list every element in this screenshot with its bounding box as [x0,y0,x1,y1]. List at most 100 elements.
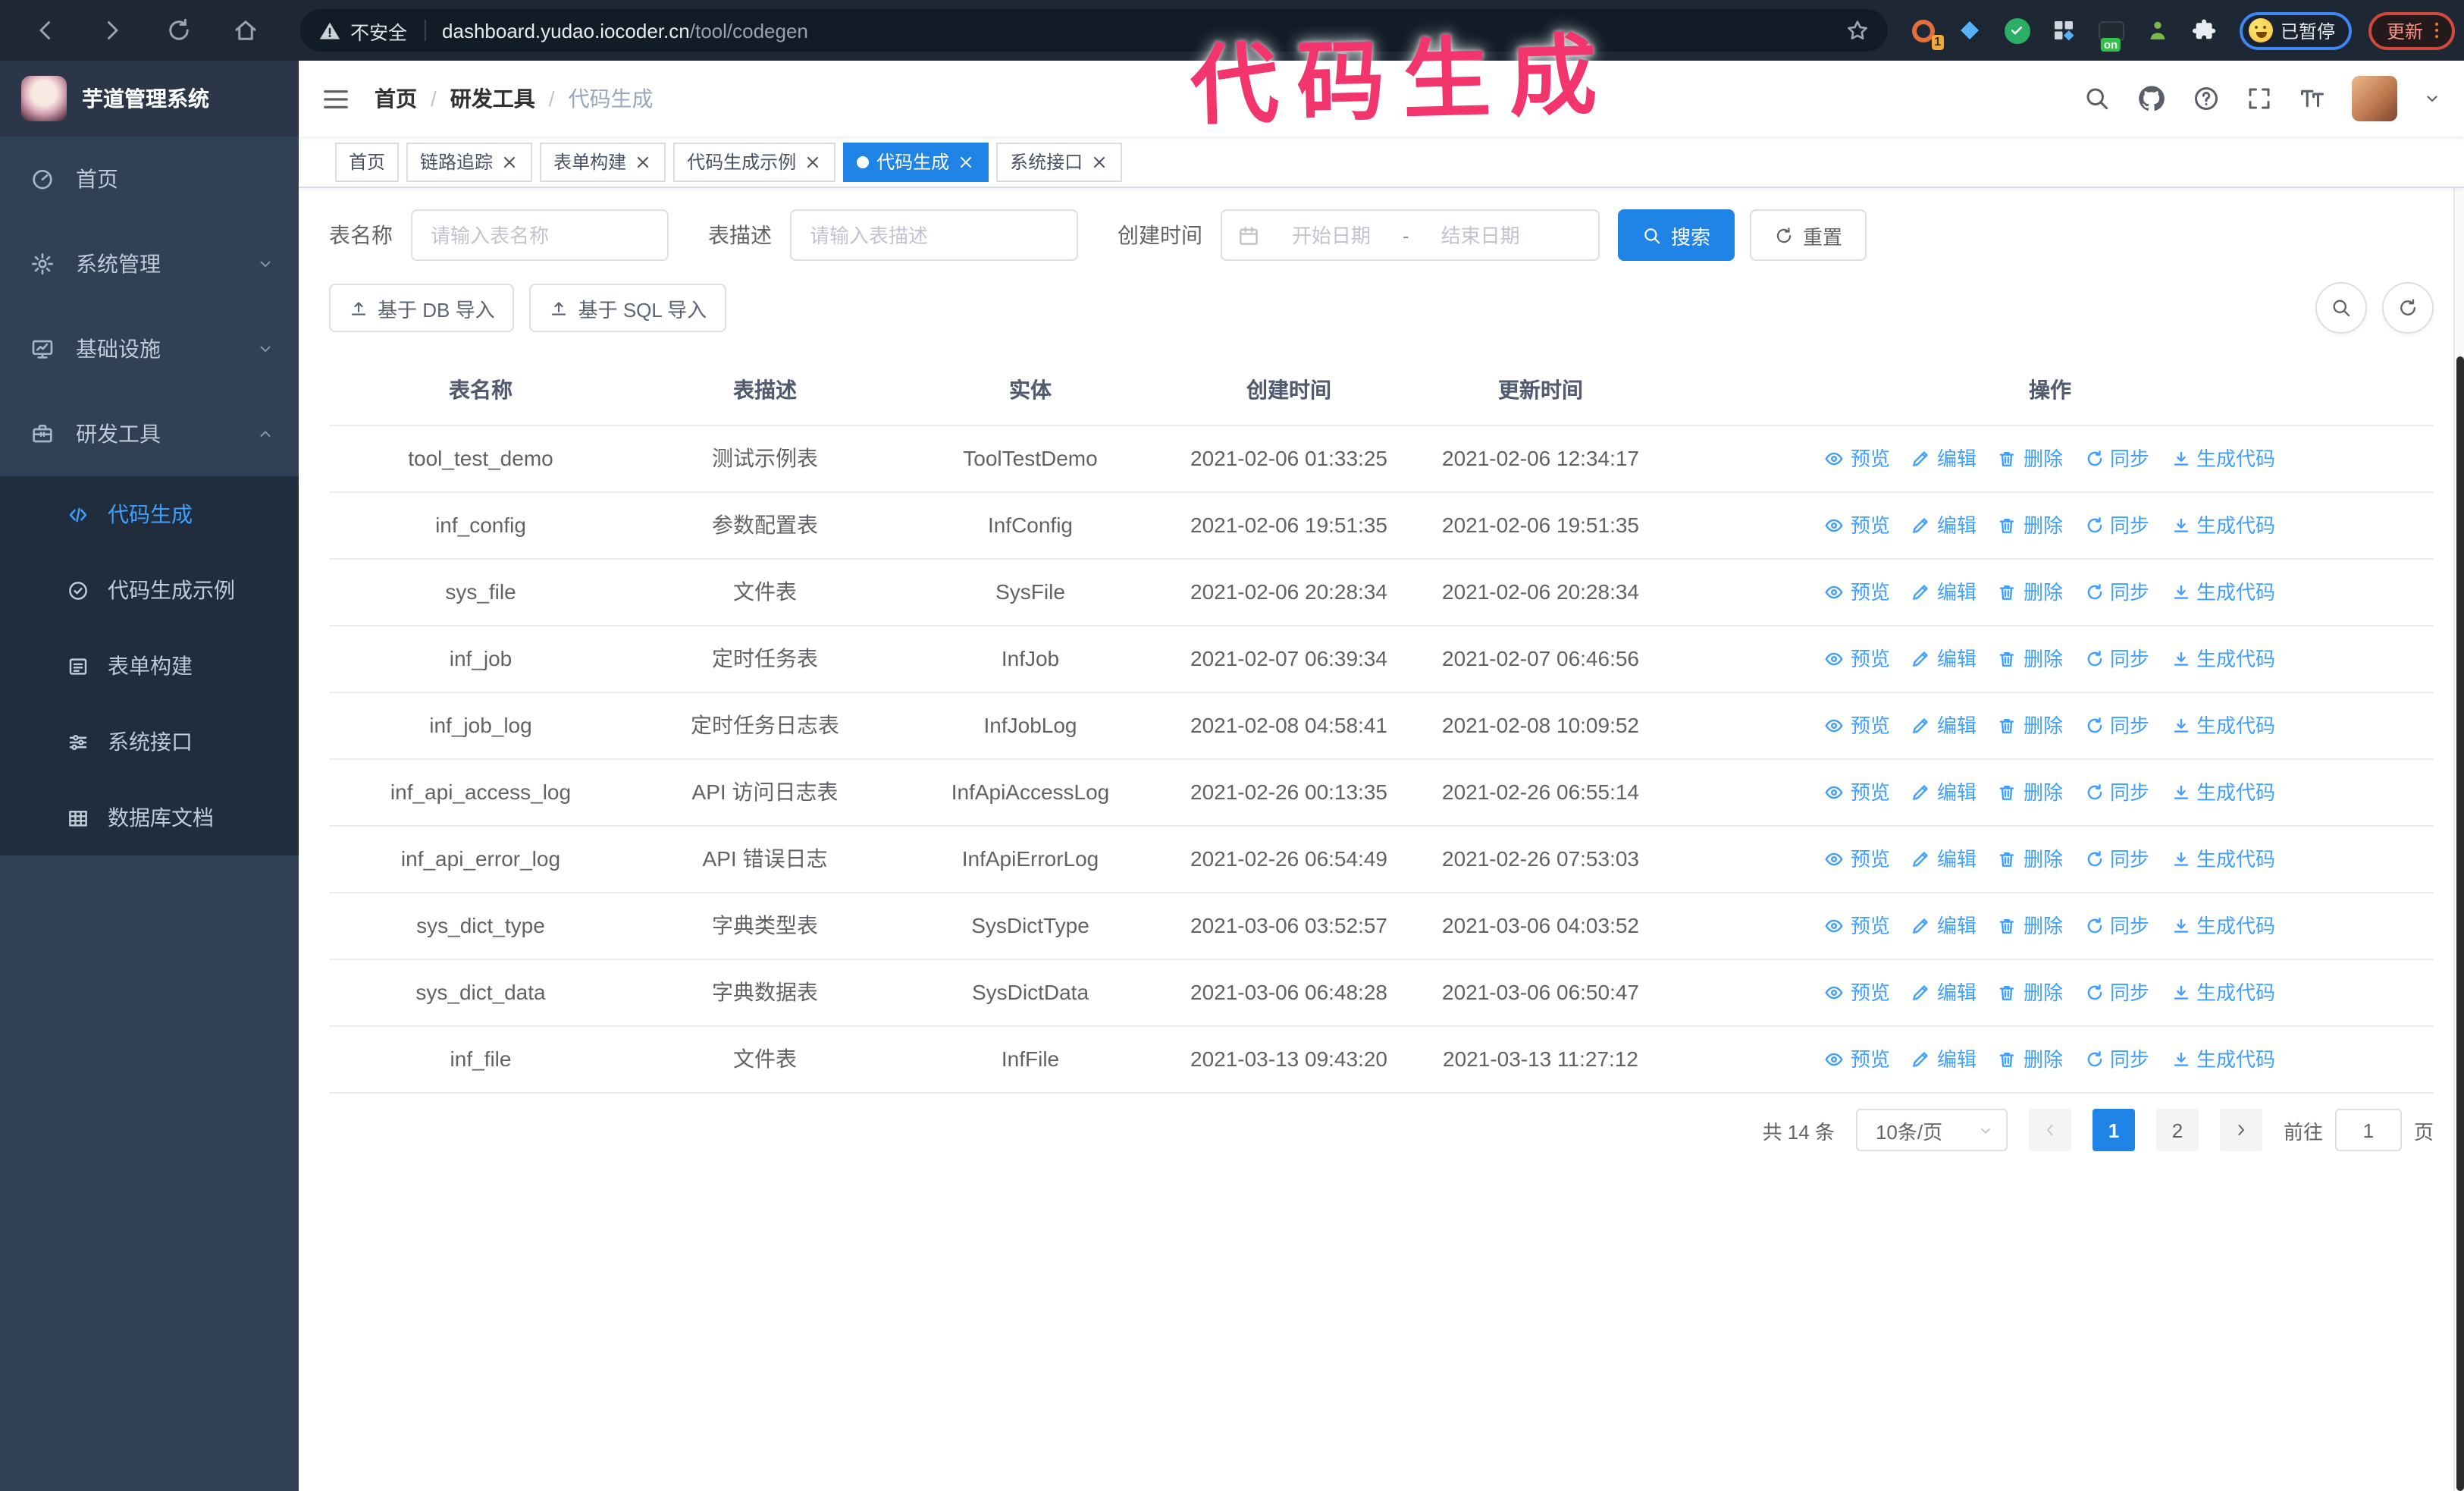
sidebar-item-system-api[interactable]: 系统接口 [0,704,299,780]
sync-link[interactable]: 同步 [2084,777,2149,808]
delete-link[interactable]: 删除 [1998,510,2063,541]
close-icon[interactable] [804,152,822,171]
sidebar-item-home[interactable]: 首页 [0,137,299,221]
preview-link[interactable]: 预览 [1825,1044,1890,1075]
search-button[interactable]: 搜索 [1618,209,1735,261]
preview-link[interactable]: 预览 [1825,777,1890,808]
extension-rss-icon[interactable]: 1 [1906,14,1944,50]
sidebar-item-system[interactable]: 系统管理 [0,221,299,306]
delete-link[interactable]: 删除 [1998,576,2063,608]
delete-link[interactable]: 删除 [1998,977,2063,1009]
browser-update-button[interactable]: 更新 [2368,11,2456,49]
preview-link[interactable]: 预览 [1825,977,1890,1009]
browser-back-icon[interactable] [32,17,59,44]
generate-code-link[interactable]: 生成代码 [2171,977,2275,1009]
edit-link[interactable]: 编辑 [1911,443,1977,475]
import-sql-button[interactable]: 基于 SQL 导入 [529,284,727,332]
tab-codegen[interactable]: 代码生成 [843,142,989,181]
page-button-2[interactable]: 2 [2155,1109,2199,1151]
sync-link[interactable]: 同步 [2084,710,2149,742]
delete-link[interactable]: 删除 [1998,1044,2063,1075]
preview-link[interactable]: 预览 [1825,576,1890,608]
sync-link[interactable]: 同步 [2084,1044,2149,1075]
tab-system-api[interactable]: 系统接口 [996,142,1123,181]
extensions-puzzle-icon[interactable] [2188,14,2221,47]
delete-link[interactable]: 删除 [1998,777,2063,808]
prev-page-button[interactable] [2028,1109,2071,1151]
sidebar-item-form-builder[interactable]: 表单构建 [0,628,299,704]
generate-code-link[interactable]: 生成代码 [2171,576,2275,608]
sidebar-item-devtools[interactable]: 研发工具 [0,391,299,476]
sidebar-item-codegen[interactable]: 代码生成 [0,476,299,552]
browser-home-icon[interactable] [232,17,259,44]
sidebar-item-db-doc[interactable]: 数据库文档 [0,780,299,855]
kebab-menu-icon[interactable] [2426,20,2447,41]
help-icon[interactable] [2193,85,2220,112]
preview-link[interactable]: 预览 [1825,710,1890,742]
sync-link[interactable]: 同步 [2084,843,2149,875]
refresh-table-button[interactable] [2382,282,2434,334]
breadcrumb-devtools[interactable]: 研发工具 [450,83,535,114]
delete-link[interactable]: 删除 [1998,643,2063,675]
bookmark-star-icon[interactable] [1845,18,1870,42]
preview-link[interactable]: 预览 [1825,443,1890,475]
edit-link[interactable]: 编辑 [1911,576,1977,608]
end-date-input[interactable] [1415,224,1546,246]
tab-codegen-example[interactable]: 代码生成示例 [673,142,836,181]
generate-code-link[interactable]: 生成代码 [2171,1044,2275,1075]
preview-link[interactable]: 预览 [1825,643,1890,675]
not-secure-label[interactable]: 不安全 [350,16,407,45]
fullscreen-icon[interactable] [2246,85,2273,112]
caret-down-icon[interactable] [2423,89,2441,108]
close-icon[interactable] [634,152,652,171]
scrollbar-thumb[interactable] [2456,356,2464,1491]
extension-check-icon[interactable] [2000,14,2033,47]
toggle-search-button[interactable] [2315,282,2367,334]
generate-code-link[interactable]: 生成代码 [2171,510,2275,541]
sync-link[interactable]: 同步 [2084,977,2149,1009]
import-db-button[interactable]: 基于 DB 导入 [329,284,515,332]
sync-link[interactable]: 同步 [2084,510,2149,541]
extension-switch-icon[interactable]: on [2094,14,2127,52]
edit-link[interactable]: 编辑 [1911,910,1977,942]
tab-trace[interactable]: 链路追踪 [406,142,533,181]
sidebar-item-codegen-example[interactable]: 代码生成示例 [0,552,299,628]
close-icon[interactable] [957,152,975,171]
delete-link[interactable]: 删除 [1998,910,2063,942]
breadcrumb-home[interactable]: 首页 [375,83,417,114]
tab-home[interactable]: 首页 [335,142,400,181]
extension-gem-icon[interactable] [1953,14,1986,47]
edit-link[interactable]: 编辑 [1911,510,1977,541]
generate-code-link[interactable]: 生成代码 [2171,643,2275,675]
tab-form-builder[interactable]: 表单构建 [540,142,666,181]
user-avatar[interactable] [2352,76,2397,121]
sync-link[interactable]: 同步 [2084,910,2149,942]
browser-forward-icon[interactable] [99,17,126,44]
edit-link[interactable]: 编辑 [1911,777,1977,808]
reset-button[interactable]: 重置 [1750,209,1867,261]
edit-link[interactable]: 编辑 [1911,710,1977,742]
page-button-1[interactable]: 1 [2092,1109,2135,1151]
profile-paused-chip[interactable]: 已暂停 [2240,11,2353,49]
table-desc-input[interactable] [790,209,1078,261]
preview-link[interactable]: 预览 [1825,910,1890,942]
sidebar-item-infra[interactable]: 基础设施 [0,306,299,391]
close-icon[interactable] [1090,152,1108,171]
github-icon[interactable] [2136,83,2167,114]
sync-link[interactable]: 同步 [2084,443,2149,475]
delete-link[interactable]: 删除 [1998,843,2063,875]
generate-code-link[interactable]: 生成代码 [2171,710,2275,742]
generate-code-link[interactable]: 生成代码 [2171,777,2275,808]
extension-bot-icon[interactable] [2141,14,2174,47]
edit-link[interactable]: 编辑 [1911,977,1977,1009]
edit-link[interactable]: 编辑 [1911,1044,1977,1075]
sync-link[interactable]: 同步 [2084,643,2149,675]
preview-link[interactable]: 预览 [1825,510,1890,541]
start-date-input[interactable] [1266,224,1397,246]
edit-link[interactable]: 编辑 [1911,843,1977,875]
close-icon[interactable] [500,152,519,171]
app-logo[interactable]: 芋道管理系统 [0,61,299,137]
address-bar[interactable]: 不安全 dashboard.yudao.iocoder.cn /tool/cod… [300,9,1888,52]
next-page-button[interactable] [2219,1109,2262,1151]
date-range-picker[interactable]: - [1221,209,1600,261]
